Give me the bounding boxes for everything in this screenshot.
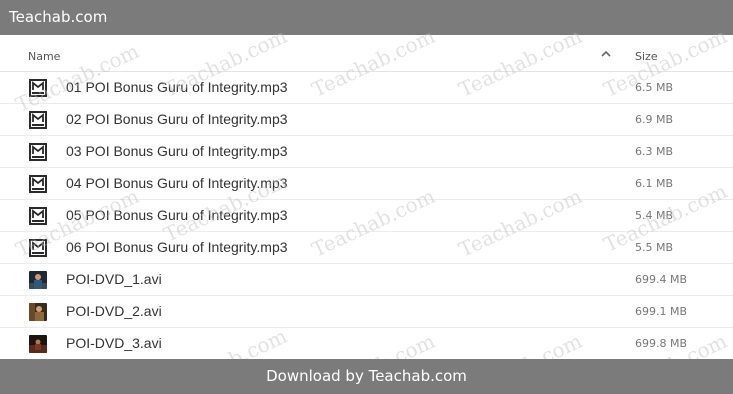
file-size: 5.5 MB xyxy=(635,241,674,254)
file-size: 6.5 MB xyxy=(635,81,674,94)
file-row[interactable]: POI-DVD_2.avi 699.1 MB xyxy=(0,296,733,328)
audio-file-icon xyxy=(29,207,47,225)
file-name[interactable]: POI-DVD_3.avi xyxy=(66,335,162,351)
file-name[interactable]: POI-DVD_2.avi xyxy=(66,303,162,319)
file-row[interactable]: 03 POI Bonus Guru of Integrity.mp3 6.3 M… xyxy=(0,136,733,168)
file-name[interactable]: 02 POI Bonus Guru of Integrity.mp3 xyxy=(66,111,288,127)
video-thumbnail-icon xyxy=(29,303,47,321)
file-size: 699.8 MB xyxy=(635,337,688,350)
size-column-header[interactable]: Size xyxy=(635,50,658,63)
file-row[interactable]: 04 POI Bonus Guru of Integrity.mp3 6.1 M… xyxy=(0,168,733,200)
file-row[interactable]: 05 POI Bonus Guru of Integrity.mp3 5.4 M… xyxy=(0,200,733,232)
file-list: Name Size 01 POI Bonus Guru of Integrity… xyxy=(0,35,733,359)
top-bar: Teachab.com xyxy=(0,0,733,35)
download-footer[interactable]: Download by Teachab.com xyxy=(0,359,733,394)
file-size: 6.1 MB xyxy=(635,177,674,190)
file-name[interactable]: 06 POI Bonus Guru of Integrity.mp3 xyxy=(66,239,288,255)
file-name[interactable]: 03 POI Bonus Guru of Integrity.mp3 xyxy=(66,143,288,159)
name-column-header[interactable]: Name xyxy=(28,50,60,63)
list-header: Name Size xyxy=(0,35,733,72)
file-name[interactable]: 05 POI Bonus Guru of Integrity.mp3 xyxy=(66,207,288,223)
file-size: 6.9 MB xyxy=(635,113,674,126)
chevron-up-icon[interactable] xyxy=(600,49,612,59)
audio-file-icon xyxy=(29,79,47,97)
file-name[interactable]: 04 POI Bonus Guru of Integrity.mp3 xyxy=(66,175,288,191)
video-thumbnail-icon xyxy=(29,271,47,289)
audio-file-icon xyxy=(29,239,47,257)
audio-file-icon xyxy=(29,175,47,193)
file-size: 6.3 MB xyxy=(635,145,674,158)
file-name[interactable]: POI-DVD_1.avi xyxy=(66,271,162,287)
video-thumbnail-icon xyxy=(29,335,47,353)
file-size: 5.4 MB xyxy=(635,209,674,222)
file-row[interactable]: POI-DVD_1.avi 699.4 MB xyxy=(0,264,733,296)
audio-file-icon xyxy=(29,111,47,129)
file-row[interactable]: 01 POI Bonus Guru of Integrity.mp3 6.5 M… xyxy=(0,72,733,104)
audio-file-icon xyxy=(29,143,47,161)
file-row[interactable]: POI-DVD_3.avi 699.8 MB xyxy=(0,328,733,359)
file-size: 699.4 MB xyxy=(635,273,688,286)
footer-label[interactable]: Download by Teachab.com xyxy=(266,367,467,385)
site-title: Teachab.com xyxy=(9,8,108,26)
file-name[interactable]: 01 POI Bonus Guru of Integrity.mp3 xyxy=(66,79,288,95)
file-row[interactable]: 06 POI Bonus Guru of Integrity.mp3 5.5 M… xyxy=(0,232,733,264)
file-row[interactable]: 02 POI Bonus Guru of Integrity.mp3 6.9 M… xyxy=(0,104,733,136)
file-size: 699.1 MB xyxy=(635,305,688,318)
